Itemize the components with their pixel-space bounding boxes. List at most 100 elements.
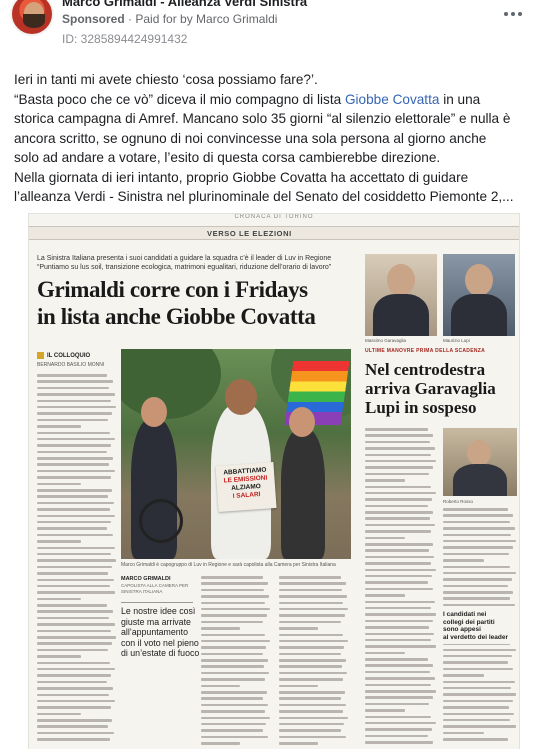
text-line [37,623,115,626]
photo-caption: Marco Grimaldi è capogruppo di Luv in Re… [121,562,336,568]
text-line [37,482,81,486]
text-line [37,636,117,639]
text-line [443,559,484,562]
text-line [279,627,318,630]
text-line [443,571,516,575]
photo-head [465,264,493,296]
text-line [37,425,81,428]
text-line [443,508,509,511]
photo-tree [121,349,221,419]
bio-name: MARCO GRIMALDI [121,576,171,582]
more-options-button[interactable] [501,6,525,22]
text-line [279,588,342,592]
photo-head [225,379,257,415]
text-line [443,693,517,696]
text-line [37,725,109,728]
text-line [201,742,240,745]
text-line [279,639,348,643]
text-line [37,450,108,454]
text-line [443,591,514,594]
text-line [37,719,113,722]
kicker-line: La Sinistra Italiana presenta i suoi can… [37,255,332,262]
text-line [201,691,267,694]
text-line [365,715,431,719]
text-line [201,614,267,617]
quote-line: all’appuntamento [121,627,189,637]
text-line [443,712,515,715]
pull-quote: Le nostre idee così giuste ma arrivate a… [121,606,199,659]
text-line [443,520,510,524]
page-avatar[interactable] [10,0,54,36]
text-line [37,444,112,447]
text-line [37,610,113,613]
text-line [201,665,264,668]
text-line [443,514,514,517]
text-line [201,576,263,579]
photo-person [453,464,507,496]
text-line [365,709,405,712]
text-line [201,627,240,630]
text-line [279,620,342,624]
text-line [365,619,433,623]
text-line [201,735,268,739]
text-line [201,633,265,637]
politician-photo [443,254,515,336]
text-line [365,479,405,482]
text-line [279,729,341,732]
bio-role: CAPOLISTA ALLA CAMERA PER SINISTRA ITALI… [121,583,189,594]
text-line [201,722,267,726]
photo-caption: Massimo Garavaglia [365,338,407,343]
quote-line: giuste ma arrivate [121,616,191,627]
section-bar: VERSO LE ELEZIONI [29,226,519,240]
headline-line: in lista anche Giobbe Covatta [37,304,316,329]
text-line [279,576,341,579]
text-line [37,380,113,383]
text-line [279,710,343,713]
text-line [443,597,510,600]
text-line [365,472,430,476]
more-dot-icon [518,12,522,16]
text-line [37,533,113,537]
ad-header: Marco Grimaldi - Alleanza Verdi Sinistra… [0,0,539,56]
text-line [37,687,113,690]
newspaper-clipping-image[interactable]: CRONACA DI TORINO VERSO LE ELEZIONI La S… [29,214,519,749]
post-line: Nella giornata di ieri intanto, proprio … [14,169,469,185]
photo-person [281,429,325,559]
text-line [201,620,264,624]
text-line [37,514,116,518]
text-line [365,447,435,450]
photo-head [467,440,491,466]
paid-for-label[interactable]: Paid for by Marco Grimaldi [135,12,277,26]
text-line [365,677,435,680]
text-line [365,626,430,629]
text-line [443,565,511,569]
post-line-text: in una [439,91,481,107]
text-line [279,697,342,700]
mention-link[interactable]: Giobbe Covatta [345,92,439,107]
text-line [443,731,484,735]
text-line [37,648,109,652]
text-line [365,734,429,738]
text-line [279,659,346,662]
bio-block: MARCO GRIMALDI CAPOLISTA ALLA CAMERA PER… [121,576,196,594]
text-line [365,555,435,559]
text-line [365,428,429,431]
text-line [365,587,434,591]
text-line [37,520,112,524]
text-line [365,645,436,648]
section-title: VERSO LE ELEZIONI [207,229,292,238]
text-line [443,706,509,709]
title-line: sono appesi [443,626,481,633]
page-name-link[interactable]: Marco Grimaldi - Alleanza Verdi Sinistra [62,0,307,9]
body-text-block [37,374,117,741]
text-line [37,661,110,665]
text-line [279,742,318,745]
text-line [279,614,345,617]
text-line [37,405,117,409]
text-line [37,629,111,633]
text-line [365,651,405,655]
text-line [201,607,271,611]
post-line[interactable]: l’alleanza Verdi - Sinistra nel plurinom… [14,187,529,207]
photo-caption: Maurizio Lupi [443,338,470,343]
text-line [443,578,512,581]
